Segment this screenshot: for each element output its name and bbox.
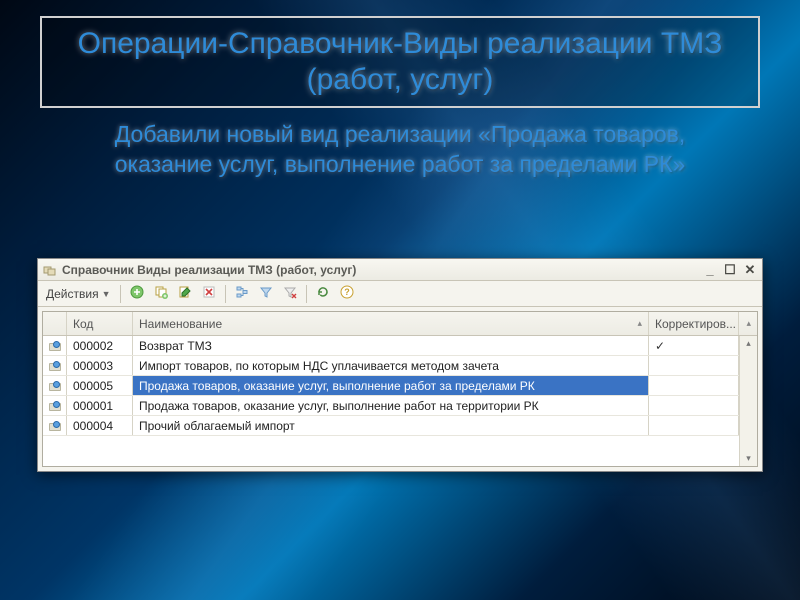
app-icon [42,262,58,278]
cell-correction: ✓ [649,336,739,355]
grid: Код Наименование▴ Корректиров... ▴ 00000… [42,311,758,467]
window-title: Справочник Виды реализации ТМЗ (работ, у… [62,263,702,277]
cell-code: 000004 [67,416,133,435]
filter-clear-button[interactable] [279,283,301,305]
cell-name: Продажа товаров, оказание услуг, выполне… [133,396,649,415]
grid-header: Код Наименование▴ Корректиров... ▴ [43,312,757,336]
chevron-up-icon: ▴ [746,318,751,329]
column-name[interactable]: Наименование▴ [133,312,649,335]
slide-title: Операции-Справочник-Виды реализации ТМЗ … [62,26,738,98]
toolbar-separator [225,285,226,303]
toolbar: Действия ▼ ? [38,281,762,307]
window-controls: _ ☐ ✕ [702,263,758,277]
help-button[interactable]: ? [336,283,358,305]
plus-circle-icon [130,285,144,302]
table-row[interactable]: 000005Продажа товаров, оказание услуг, в… [43,376,757,396]
hierarchy-icon [235,285,249,302]
delete-x-icon [202,285,216,302]
vertical-scrollbar[interactable]: ▴ ▾ [739,336,757,466]
actions-menu-button[interactable]: Действия ▼ [42,285,115,303]
column-correction[interactable]: Корректиров... [649,312,739,335]
table-row[interactable]: 000002Возврат ТМЗ✓ [43,336,757,356]
cell-name: Импорт товаров, по которым НДС уплачивае… [133,356,649,375]
cell-code: 000002 [67,336,133,355]
close-button[interactable]: ✕ [742,263,758,277]
scroll-up-icon[interactable]: ▴ [744,336,753,351]
toolbar-separator [306,285,307,303]
slide-title-box: Операции-Справочник-Виды реализации ТМЗ … [40,16,760,108]
edit-button[interactable] [174,283,196,305]
item-icon [49,401,60,411]
row-marker [43,396,67,415]
cell-name: Прочий облагаемый импорт [133,416,649,435]
row-marker [43,376,67,395]
svg-text:?: ? [344,287,350,297]
item-icon [49,381,60,391]
cell-correction [649,416,739,435]
maximize-button[interactable]: ☐ [722,263,738,277]
copy-button[interactable] [150,283,172,305]
cell-correction [649,356,739,375]
cell-name: Возврат ТМЗ [133,336,649,355]
copy-icon [154,285,168,302]
scroll-header: ▴ [739,312,757,335]
delete-button[interactable] [198,283,220,305]
funnel-icon [259,285,273,302]
filter-button[interactable] [255,283,277,305]
cell-code: 000005 [67,376,133,395]
column-code[interactable]: Код [67,312,133,335]
chevron-down-icon: ▼ [102,289,111,299]
item-icon [49,341,60,351]
scroll-down-icon[interactable]: ▾ [744,451,753,466]
minimize-button[interactable]: _ [702,263,718,277]
cell-correction [649,376,739,395]
item-icon [49,421,60,431]
sort-indicator-icon: ▴ [637,318,642,329]
cell-name: Продажа товаров, оказание услуг, выполне… [133,376,649,395]
funnel-clear-icon [283,285,297,302]
cell-code: 000001 [67,396,133,415]
row-marker [43,336,67,355]
column-marker[interactable] [43,312,67,335]
refresh-button[interactable] [312,283,334,305]
item-icon [49,361,60,371]
row-marker [43,416,67,435]
row-marker [43,356,67,375]
add-button[interactable] [126,283,148,305]
table-row[interactable]: 000003Импорт товаров, по которым НДС упл… [43,356,757,376]
titlebar: Справочник Виды реализации ТМЗ (работ, у… [38,259,762,281]
cell-code: 000003 [67,356,133,375]
cell-correction [649,396,739,415]
grid-body: 000002Возврат ТМЗ✓000003Импорт товаров, … [43,336,757,466]
question-icon: ? [340,285,354,302]
refresh-icon [316,285,330,302]
table-row[interactable]: 000001Продажа товаров, оказание услуг, в… [43,396,757,416]
toolbar-separator [120,285,121,303]
table-row[interactable]: 000004Прочий облагаемый импорт [43,416,757,436]
app-window: Справочник Виды реализации ТМЗ (работ, у… [37,258,763,472]
slide-subtitle: Добавили новый вид реализации «Продажа т… [80,120,720,180]
actions-label: Действия [46,287,99,301]
hierarchy-button[interactable] [231,283,253,305]
pencil-icon [178,285,192,302]
